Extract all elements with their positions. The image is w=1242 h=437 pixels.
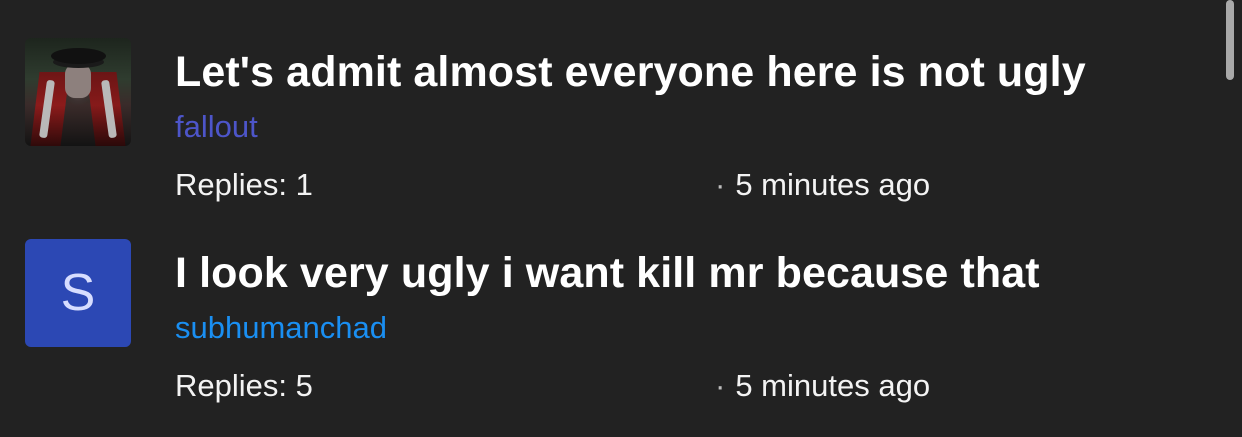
thread-list-item[interactable]: Let's admit almost everyone here is not … xyxy=(0,36,1210,236)
separator-dot: · xyxy=(715,167,726,202)
thread-title[interactable]: Let's admit almost everyone here is not … xyxy=(175,48,1086,97)
time-ago: 5 minutes ago xyxy=(735,368,931,403)
replies-label: Replies: xyxy=(175,167,287,202)
vertical-scrollbar[interactable] xyxy=(1226,0,1234,80)
thread-title[interactable]: I look very ugly i want kill mr because … xyxy=(175,249,1040,298)
thread-meta: Replies: 5 · 5 minutes ago xyxy=(175,368,995,404)
replies-count: 1 xyxy=(295,167,313,202)
replies-label: Replies: xyxy=(175,368,287,403)
avatar[interactable]: S xyxy=(25,239,131,347)
thread-time: · 5 minutes ago xyxy=(715,368,930,404)
separator-dot: · xyxy=(715,368,726,403)
avatar[interactable] xyxy=(25,38,131,146)
thread-author-link[interactable]: subhumanchad xyxy=(175,310,387,346)
thread-list-item[interactable]: S I look very ugly i want kill mr becaus… xyxy=(0,237,1210,437)
avatar-letter: S xyxy=(60,264,96,322)
anime-character-avatar-icon xyxy=(25,38,131,146)
clipped-previous-row xyxy=(175,0,995,4)
thread-time: · 5 minutes ago xyxy=(715,167,930,203)
thread-author-link[interactable]: fallout xyxy=(175,109,258,145)
replies-count: 5 xyxy=(295,368,313,403)
time-ago: 5 minutes ago xyxy=(735,167,931,202)
thread-meta: Replies: 1 · 5 minutes ago xyxy=(175,167,995,203)
